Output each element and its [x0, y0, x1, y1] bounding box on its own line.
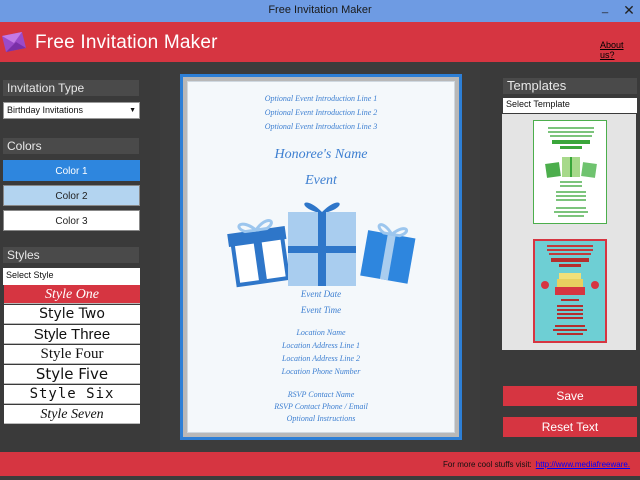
gift-boxes-icon — [227, 202, 416, 288]
footer-label: For more cool stuffs visit: — [443, 460, 532, 469]
template-cake-preview — [541, 245, 599, 335]
style-five-item[interactable]: Style Five — [4, 365, 140, 384]
footer-link[interactable]: http://www.mediafreeware. — [536, 460, 630, 469]
styles-heading: Styles — [3, 247, 139, 263]
event-time: Event Time — [300, 305, 342, 315]
template-thumbnail-cake[interactable] — [533, 239, 607, 343]
colors-heading: Colors — [3, 138, 139, 154]
rsvp-phone: RSVP Contact Phone / Email — [274, 402, 368, 411]
app-title: Free Invitation Maker — [35, 32, 218, 53]
style-seven-item[interactable]: Style Seven — [4, 405, 140, 424]
minimize-button[interactable]: _ — [598, 2, 612, 16]
rsvp-name: RSVP Contact Name — [287, 390, 355, 399]
style-three-item[interactable]: Style Three — [4, 325, 140, 344]
color-2-button[interactable]: Color 2 — [3, 185, 140, 206]
invitation-type-select[interactable]: Birthday Invitations ▼ — [3, 102, 140, 119]
dropdown-arrow-icon: ▼ — [129, 107, 136, 114]
reset-text-button[interactable]: Reset Text — [503, 417, 637, 437]
intro-line-2: Optional Event Introduction Line 2 — [264, 108, 378, 117]
about-us-link[interactable]: About us? — [600, 40, 640, 60]
app-header: Free Invitation Maker About us? — [0, 22, 640, 62]
location-phone: Location Phone Number — [281, 367, 361, 376]
location-address-1: Location Address Line 1 — [281, 341, 360, 350]
close-button[interactable]: ✕ — [618, 0, 640, 20]
save-button[interactable]: Save — [503, 386, 637, 406]
footer-text: For more cool stuffs visit: http://www.me… — [443, 460, 630, 469]
window-title: Free Invitation Maker — [268, 4, 372, 16]
bottom-strip — [0, 476, 640, 480]
intro-line-3: Optional Event Introduction Line 3 — [264, 122, 378, 131]
style-select[interactable]: Select Style — [3, 268, 140, 285]
invitation-card[interactable]: Optional Event Introduction Line 1 Optio… — [187, 81, 455, 433]
style-six-item[interactable]: Style Six — [4, 385, 140, 404]
templates-heading: Templates — [503, 78, 637, 94]
optional-instructions: Optional Instructions — [286, 414, 356, 423]
invitation-type-value: Birthday Invitations — [7, 105, 84, 115]
envelope-logo-icon — [0, 28, 28, 56]
location-name: Location Name — [296, 328, 346, 337]
style-one-item[interactable]: Style One — [4, 285, 140, 304]
template-select[interactable]: Select Template — [503, 98, 637, 113]
invitation-type-heading: Invitation Type — [3, 80, 139, 96]
style-select-placeholder: Select Style — [6, 270, 54, 280]
template-select-placeholder: Select Template — [506, 99, 570, 109]
color-3-button[interactable]: Color 3 — [3, 210, 140, 231]
honoree-name: Honoree's Name — [274, 147, 368, 162]
intro-line-1: Optional Event Introduction Line 1 — [264, 94, 378, 103]
color-1-button[interactable]: Color 1 — [3, 160, 140, 181]
footer-bar: For more cool stuffs visit: http://www.me… — [0, 452, 640, 476]
template-thumbnail-green[interactable] — [533, 120, 607, 224]
window-titlebar: Free Invitation Maker _ ✕ — [0, 0, 640, 22]
style-two-item[interactable]: Style Two — [4, 305, 140, 324]
event-date: Event Date — [300, 289, 342, 299]
event-name: Event — [305, 173, 337, 188]
style-four-item[interactable]: Style Four — [4, 345, 140, 364]
template-green-preview — [545, 127, 597, 217]
location-address-2: Location Address Line 2 — [281, 354, 360, 363]
